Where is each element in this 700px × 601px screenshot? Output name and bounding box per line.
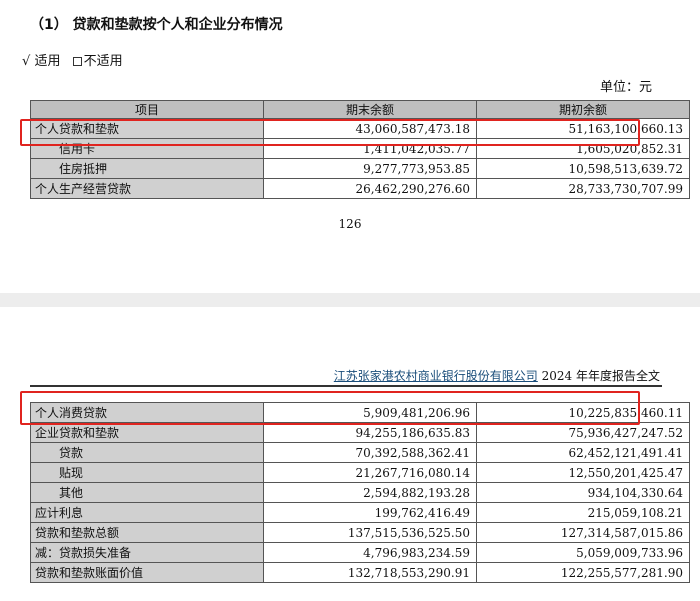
check-mark-icon: √ <box>22 54 31 69</box>
end-balance-cell: 70,392,588,362.41 <box>263 442 477 463</box>
section-heading: （1） 贷款和垫款按个人和企业分布情况 <box>30 17 283 33</box>
row-label: 贷款和垫款总额 <box>30 522 264 543</box>
row-label: 应计利息 <box>30 502 264 523</box>
not-applicable-label: 不适用 <box>83 54 123 69</box>
page-number: 126 <box>338 217 362 231</box>
company-name: 江苏张家港农村商业银行股份有限公司 <box>333 369 538 383</box>
highlight-box-consumer-loans <box>20 391 640 425</box>
loan-table-top: 项目 期末余额 期初余额 个人贷款和垫款 43,060,587,473.18 51,… <box>30 100 690 199</box>
empty-checkbox-icon <box>72 57 82 66</box>
header-rule <box>30 385 662 387</box>
row-label: 企业贷款和垫款 <box>30 422 264 443</box>
end-balance-cell: 9,277,773,953.85 <box>263 158 477 179</box>
row-label: 个人生产经营贷款 <box>30 178 264 199</box>
row-label: 其他 <box>30 482 264 503</box>
running-header: 江苏张家港农村商业银行股份有限公司 2024 年年度报告全文 <box>334 367 660 384</box>
applicable-label: 适用 <box>34 54 61 69</box>
table-row: 企业贷款和垫款 94,255,186,635.83 75,936,427,247.5… <box>30 422 690 443</box>
table-row: 个人生产经营贷款 26,462,290,276.60 28,733,730,707.… <box>30 178 690 199</box>
begin-balance-cell: 75,936,427,247.52 <box>476 422 690 443</box>
begin-balance-cell: 127,314,587,015.86 <box>476 522 690 543</box>
header-begin-balance: 期初余额 <box>476 100 690 119</box>
table-row: 贷款和垫款总额 137,515,536,525.50 127,314,587,015… <box>30 522 690 543</box>
row-label: 贷款 <box>30 442 264 463</box>
highlight-box-personal-loans <box>20 119 640 146</box>
loan-table-bottom: 个人消费贷款 5,909,481,206.96 10,225,835,460.11 企… <box>30 402 690 583</box>
row-label: 减：贷款损失准备 <box>30 542 264 563</box>
end-balance-cell: 4,796,983,234.59 <box>263 542 477 563</box>
begin-balance-cell: 28,733,730,707.99 <box>476 178 690 199</box>
begin-balance-cell: 5,059,009,733.96 <box>476 542 690 563</box>
table-row: 其他 2,594,882,193.28 934,104,330.64 <box>30 482 690 503</box>
end-balance-cell: 94,255,186,635.83 <box>263 422 477 443</box>
begin-balance-cell: 62,452,121,491.41 <box>476 442 690 463</box>
begin-balance-cell: 934,104,330.64 <box>476 482 690 503</box>
table-row: 减：贷款损失准备 4,796,983,234.59 5,059,009,733.96 <box>30 542 690 563</box>
end-balance-cell: 137,515,536,525.50 <box>263 522 477 543</box>
end-balance-cell: 2,594,882,193.28 <box>263 482 477 503</box>
end-balance-cell: 26,462,290,276.60 <box>263 178 477 199</box>
table-header-row: 项目 期末余额 期初余额 <box>30 100 690 119</box>
unit-label: 单位：元 <box>599 80 652 95</box>
header-item: 项目 <box>30 100 264 119</box>
table-row: 住房抵押 9,277,773,953.85 10,598,513,639.72 <box>30 158 690 179</box>
row-label: 贷款和垫款账面价值 <box>30 562 264 583</box>
table-row: 应计利息 199,762,416.49 215,059,108.21 <box>30 502 690 523</box>
row-label: 贴现 <box>30 462 264 483</box>
end-balance-cell: 132,718,553,290.91 <box>263 562 477 583</box>
end-balance-cell: 199,762,416.49 <box>263 502 477 523</box>
begin-balance-cell: 215,059,108.21 <box>476 502 690 523</box>
begin-balance-cell: 122,255,577,281.90 <box>476 562 690 583</box>
applicability-options: √ 适用 不适用 <box>22 50 123 69</box>
begin-balance-cell: 12,550,201,425.47 <box>476 462 690 483</box>
table-row: 贷款 70,392,588,362.41 62,452,121,491.41 <box>30 442 690 463</box>
begin-balance-cell: 10,598,513,639.72 <box>476 158 690 179</box>
table-row: 贴现 21,267,716,080.14 12,550,201,425.47 <box>30 462 690 483</box>
end-balance-cell: 21,267,716,080.14 <box>263 462 477 483</box>
row-label: 住房抵押 <box>30 158 264 179</box>
report-title: 2024 年年度报告全文 <box>541 369 660 383</box>
table-row: 贷款和垫款账面价值 132,718,553,290.91 122,255,577,2… <box>30 562 690 583</box>
header-end-balance: 期末余额 <box>263 100 477 119</box>
page-divider <box>0 293 700 307</box>
